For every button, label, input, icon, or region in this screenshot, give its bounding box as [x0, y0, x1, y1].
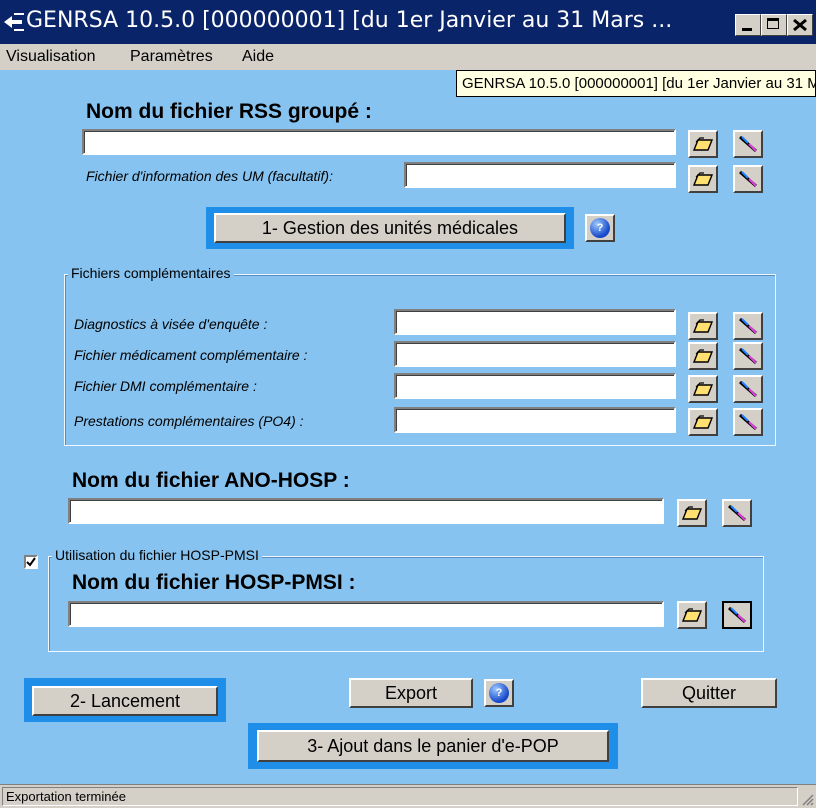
rss-file-input[interactable] [82, 129, 676, 155]
um-clear-button[interactable] [733, 165, 763, 193]
menu-visualisation[interactable]: Visualisation [6, 48, 96, 66]
folder-icon [692, 415, 714, 429]
eraser-icon [739, 170, 757, 188]
maximize-button[interactable] [761, 14, 787, 36]
status-text: Exportation terminée [6, 789, 126, 804]
eraser-icon [739, 135, 757, 153]
hosp-pmsi-heading: Nom du fichier HOSP-PMSI : [72, 571, 356, 594]
eraser-icon [728, 504, 746, 522]
menu-aide[interactable]: Aide [242, 48, 274, 66]
main-window: GENRSA 10.5.0 [000000001] [du 1er Janvie… [0, 0, 816, 808]
folder-icon [692, 319, 714, 333]
ano-hosp-clear-button[interactable] [722, 499, 752, 527]
rss-clear-button[interactable] [733, 130, 763, 158]
ano-hosp-browse-button[interactable] [677, 499, 707, 527]
ano-hosp-file-input[interactable] [68, 498, 664, 524]
lancement-button[interactable]: 2- Lancement [32, 686, 218, 716]
ajout-epop-button[interactable]: 3- Ajout dans le panier d'e-POP [257, 730, 609, 762]
rss-browse-button[interactable] [688, 130, 718, 158]
title-bar[interactable]: GENRSA 10.5.0 [000000001] [du 1er Janvie… [0, 0, 816, 44]
eraser-icon [739, 317, 757, 335]
dmi-file-input[interactable] [394, 373, 676, 399]
gestion-unites-button[interactable]: 1- Gestion des unités médicales [214, 213, 566, 243]
eraser-icon [739, 347, 757, 365]
eraser-icon [728, 606, 746, 624]
complementaires-title: Fichiers complémentaires [68, 265, 234, 281]
title-tooltip: GENRSA 10.5.0 [000000001] [du 1er Janvie… [456, 70, 816, 97]
window-title: GENRSA 10.5.0 [000000001] [du 1er Janvie… [26, 8, 673, 33]
diagnostics-clear-button[interactable] [733, 312, 763, 340]
folder-icon [692, 172, 714, 186]
gestion-help-button[interactable]: ? [585, 214, 615, 242]
folder-icon [681, 506, 703, 520]
hosp-pmsi-group-title: Utilisation du fichier HOSP-PMSI [52, 547, 262, 563]
help-icon: ? [590, 218, 610, 238]
menu-bar: Visualisation Paramètres Aide [0, 44, 816, 70]
prestations-browse-button[interactable] [688, 408, 718, 436]
folder-icon [692, 349, 714, 363]
menu-parametres[interactable]: Paramètres [130, 48, 213, 66]
hosp-pmsi-clear-button[interactable] [722, 601, 752, 629]
close-icon [793, 18, 807, 32]
rss-heading: Nom du fichier RSS groupé : [86, 100, 372, 123]
comp-label-medicament: Fichier médicament complémentaire : [74, 347, 308, 363]
quitter-button[interactable]: Quitter [641, 678, 777, 708]
export-help-button[interactable]: ? [484, 679, 514, 707]
medicament-clear-button[interactable] [733, 342, 763, 370]
status-bar: Exportation terminée [0, 784, 816, 808]
um-browse-button[interactable] [688, 165, 718, 193]
app-icon [4, 13, 24, 31]
hosp-pmsi-checkbox[interactable] [24, 555, 38, 569]
dmi-browse-button[interactable] [688, 375, 718, 403]
um-file-input[interactable] [404, 162, 676, 188]
eraser-icon [739, 413, 757, 431]
folder-icon [681, 608, 703, 622]
diagnostics-browse-button[interactable] [688, 312, 718, 340]
dmi-clear-button[interactable] [733, 375, 763, 403]
resize-grip-icon[interactable] [800, 792, 814, 806]
um-label: Fichier d'information des UM (facultatif… [86, 168, 333, 184]
hosp-pmsi-file-input[interactable] [68, 601, 664, 627]
comp-label-diagnostics: Diagnostics à visée d'enquête : [74, 316, 268, 332]
diagnostics-file-input[interactable] [394, 309, 676, 335]
hosp-pmsi-browse-button[interactable] [677, 601, 707, 629]
eraser-icon [739, 380, 757, 398]
comp-label-prestations: Prestations complémentaires (PO4) : [74, 413, 304, 429]
prestations-file-input[interactable] [394, 407, 676, 433]
minimize-button[interactable] [735, 14, 761, 36]
prestations-clear-button[interactable] [733, 408, 763, 436]
comp-label-dmi: Fichier DMI complémentaire : [74, 378, 257, 394]
folder-icon [692, 137, 714, 151]
medicament-browse-button[interactable] [688, 342, 718, 370]
help-icon: ? [489, 683, 509, 703]
ano-hosp-heading: Nom du fichier ANO-HOSP : [72, 469, 350, 492]
close-button[interactable] [787, 14, 813, 36]
folder-icon [692, 382, 714, 396]
medicament-file-input[interactable] [394, 341, 676, 367]
export-button[interactable]: Export [349, 678, 473, 708]
checkmark-icon [26, 557, 36, 567]
